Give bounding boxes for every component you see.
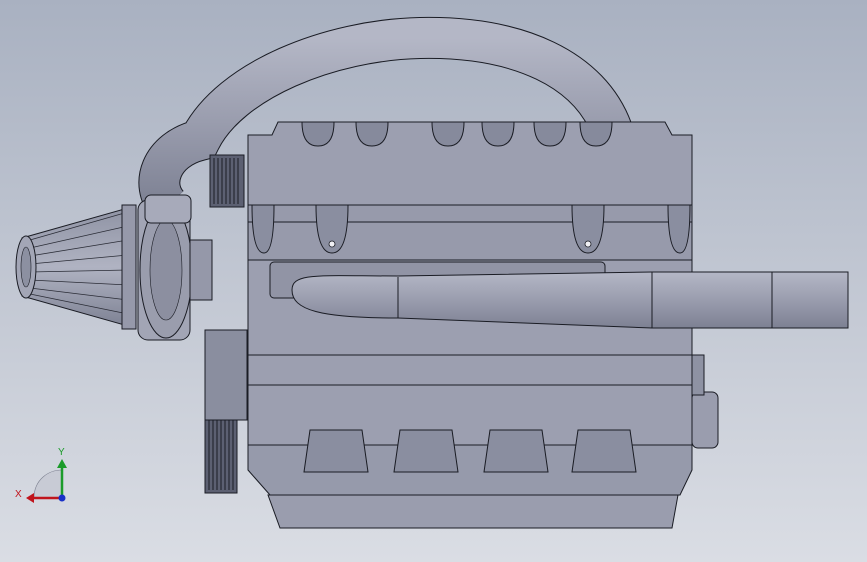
graphics-viewport[interactable]: X Y: [0, 0, 867, 562]
y-axis-label: Y: [58, 447, 65, 458]
z-axis-dot: [58, 494, 66, 502]
model-view[interactable]: X Y: [0, 0, 867, 562]
x-axis-label: X: [15, 489, 22, 500]
